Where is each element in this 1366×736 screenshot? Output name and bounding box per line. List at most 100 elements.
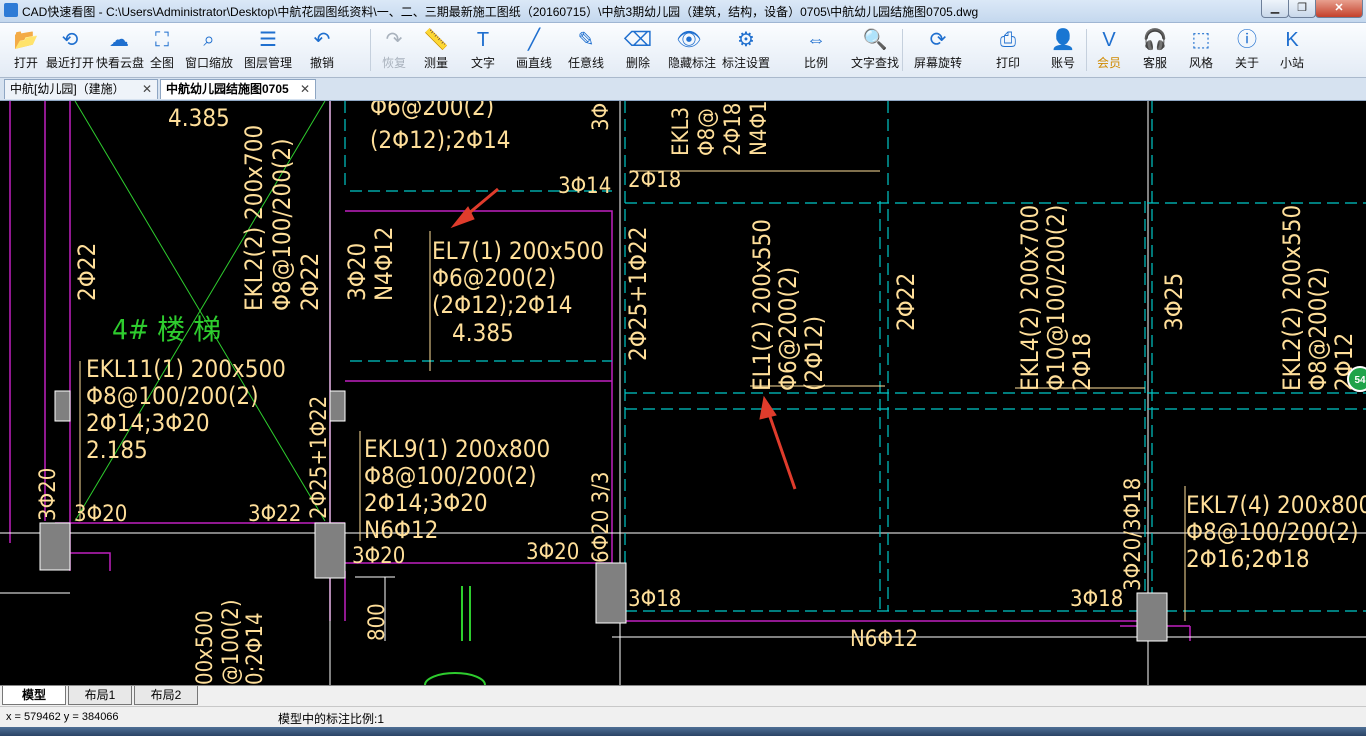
toolbar-button-label: 会员 xyxy=(1096,56,1121,70)
floating-assistant-badge[interactable]: 54 xyxy=(1347,366,1366,392)
beam-annotation-label: (2Φ12);2Φ14 xyxy=(370,126,511,154)
title-bar: CAD快速看图 - C:\Users\Administrator\Desktop… xyxy=(0,0,1366,23)
toolbar-line-button[interactable]: ╱ 画直线 xyxy=(508,25,560,75)
beam-annotation-label: @100(2) xyxy=(219,599,244,685)
layout-tab-1[interactable]: 布局1 xyxy=(68,686,132,705)
beam-annotation-label: 2Φ25+1Φ22 xyxy=(307,396,332,519)
document-tab-structure[interactable]: 中航幼儿园结施图0705 ✕ xyxy=(160,79,316,99)
toolbar-redo-button[interactable]: ↷ 恢复 xyxy=(374,25,414,75)
beam-annotation-label: EKL2(2) 200x550 xyxy=(1278,205,1306,391)
beam-annotation-label: EKL3 xyxy=(669,107,694,156)
beam-annotation-label: N6Φ12 xyxy=(850,627,918,652)
scale-icon: ⇔ xyxy=(806,29,826,51)
beam-annotation-label: 6Φ20 3/3 xyxy=(589,472,614,563)
document-tab-bar: 中航[幼儿园]（建施） ✕ 中航幼儿园结施图0705 ✕ xyxy=(0,78,1366,101)
maximize-button[interactable]: ❐ xyxy=(1288,0,1316,18)
beam-annotation-label: 3Φ18 xyxy=(1070,587,1123,612)
os-taskbar xyxy=(0,727,1366,736)
user-icon: 👤 xyxy=(1050,29,1076,51)
column xyxy=(595,562,627,624)
toolbar-user-button[interactable]: 👤 账号 xyxy=(1040,25,1086,75)
drawing-canvas[interactable]: 4.385 Φ6@200(2) (2Φ12);2Φ14 3Φ14 2Φ18 EKL2(2)… xyxy=(0,101,1366,685)
headset-icon: 🎧 xyxy=(1142,29,1168,51)
toolbar-recent-button[interactable]: ⟲ 最近打开 xyxy=(44,25,96,75)
toolbar-info-button[interactable]: ⓘ 关于 xyxy=(1224,25,1270,75)
toolbar-button-label: 图层管理 xyxy=(243,56,292,70)
toolbar-button-label: 隐藏标注 xyxy=(668,56,717,70)
toolbar-button-label: 文字查找 xyxy=(850,56,899,70)
column xyxy=(1136,592,1168,642)
toolbar-button-label: 屏幕旋转 xyxy=(913,56,962,70)
toolbar-text-search-button[interactable]: 🔍 文字查找 xyxy=(850,25,900,75)
fit-all-icon: ⛶ xyxy=(155,29,169,51)
beam-annotation-label: 2Φ16;2Φ18 xyxy=(1186,545,1310,573)
print-icon: ⎙ xyxy=(1000,29,1016,51)
beam-annotation-label: 3Φ20 xyxy=(74,502,127,527)
beam-annotation-label: 2Φ18 xyxy=(721,103,746,156)
toolbar-rotate-button[interactable]: ⟳ 屏幕旋转 xyxy=(900,25,976,75)
toolbar-text-button[interactable]: T 文字 xyxy=(458,25,508,75)
toolbar-button-label: 窗口缩放 xyxy=(184,56,233,70)
rotate-icon: ⟳ xyxy=(929,29,947,51)
tab-label: 中航[幼儿园]（建施） xyxy=(10,82,125,96)
beam-annotation-label: Φ8@100/200(2) xyxy=(1186,518,1359,546)
toolbar-zoom-window-button[interactable]: ⌕ 窗口缩放 xyxy=(182,25,236,75)
toolbar-eye-hide-button[interactable]: 👁 隐藏标注 xyxy=(668,25,717,75)
toolbar-button-label: 标注设置 xyxy=(721,56,770,70)
toolbar-folder-open-button[interactable]: 📂 打开 xyxy=(4,25,48,75)
tab-label: 中航幼儿园结施图0705 xyxy=(166,82,289,96)
document-tab-architecture[interactable]: 中航[幼儿园]（建施） ✕ xyxy=(4,79,158,99)
toolbar-separator xyxy=(1086,29,1087,71)
style-icon: ⬚ xyxy=(1191,29,1211,51)
toolbar-eraser-button[interactable]: ⌫ 删除 xyxy=(612,25,664,75)
toolbar-print-button[interactable]: ⎙ 打印 xyxy=(976,25,1040,75)
toolbar-button-label: 画直线 xyxy=(515,56,552,70)
beam-annotation-label: 2Φ14;3Φ20 xyxy=(86,409,210,437)
tab-close-icon[interactable]: ✕ xyxy=(300,80,310,99)
toolbar-headset-button[interactable]: 🎧 客服 xyxy=(1132,25,1178,75)
beam-annotation-label: 2Φ18 xyxy=(628,168,681,193)
beam-annotation-label: 3Φ20 xyxy=(36,468,61,521)
toolbar-vip-button[interactable]: V 会员 xyxy=(1086,25,1132,75)
toolbar-measure-button[interactable]: 📏 测量 xyxy=(414,25,458,75)
beam-annotation-label: 4# 楼 梯 xyxy=(112,313,221,346)
toolbar-button-label: 恢复 xyxy=(381,56,406,70)
toolbar-scale-button[interactable]: ⇔ 比例 xyxy=(782,25,850,75)
beam-annotation-label: EKL9(1) 200x800 xyxy=(364,435,550,463)
beam-annotation-label: 00x500 xyxy=(193,610,218,685)
beam-annotation-label: 2Φ22 xyxy=(73,243,101,301)
beam-annotation-label: 3Φ20 xyxy=(352,544,405,569)
layout-tab-model[interactable]: 模型 xyxy=(2,686,66,705)
cursor-coordinates: x = 579462 y = 384066 xyxy=(6,711,119,723)
toolbar-site-button[interactable]: K 小站 xyxy=(1270,25,1314,75)
toolbar-cloud-button[interactable]: ☁ 快看云盘 xyxy=(96,25,144,75)
beam-annotation-label: Φ6@200(2) xyxy=(432,264,556,292)
layout-tab-2[interactable]: 布局2 xyxy=(134,686,198,705)
line-icon: ╱ xyxy=(527,29,541,51)
app-logo-icon xyxy=(4,3,18,17)
cad-drawing[interactable]: 4.385 Φ6@200(2)(2Φ12);2Φ143Φ14 2Φ18EKL2(2)… xyxy=(0,101,1366,685)
window-title: CAD快速看图 - C:\Users\Administrator\Desktop… xyxy=(22,5,979,19)
beam-annotation-label: 0;2Φ14 xyxy=(243,612,268,685)
beam-annotation-label: 2Φ25+1Φ22 xyxy=(624,227,652,361)
toolbar-style-button[interactable]: ⬚ 风格 xyxy=(1178,25,1224,75)
beam-annotation-label: 3Φ20/3Φ18 xyxy=(1121,478,1146,591)
layout-tab-bar: 模型 布局1 布局2 xyxy=(0,685,1366,706)
toolbar-pen-button[interactable]: ✎ 任意线 xyxy=(560,25,612,75)
tab-close-icon[interactable]: ✕ xyxy=(142,80,152,99)
beam-annotation-label: 3Φ20 xyxy=(526,540,579,565)
toolbar-settings-button[interactable]: ⚙ 标注设置 xyxy=(710,25,782,75)
beam-annotation-label: EL1(2) 200x550 xyxy=(748,219,776,391)
beam-annotation-label: N6Φ12 xyxy=(364,516,438,544)
site-icon: K xyxy=(1285,29,1299,51)
toolbar-layers-button[interactable]: ☰ 图层管理 xyxy=(236,25,300,75)
column xyxy=(314,522,346,579)
beam-annotation-label: 3Φ14 xyxy=(558,174,611,199)
undo-icon: ↶ xyxy=(313,29,331,51)
close-button[interactable]: ✕ xyxy=(1315,0,1363,18)
minimize-button[interactable]: ▁ xyxy=(1261,0,1289,18)
toolbar-undo-button[interactable]: ↶ 撤销 xyxy=(300,25,344,75)
beam-annotation-label: 2Φ14;3Φ20 xyxy=(364,489,488,517)
status-bar: x = 579462 y = 384066 模型中的标注比例:1 xyxy=(0,706,1366,727)
toolbar-fit-all-button[interactable]: ⛶ 全图 xyxy=(142,25,182,75)
